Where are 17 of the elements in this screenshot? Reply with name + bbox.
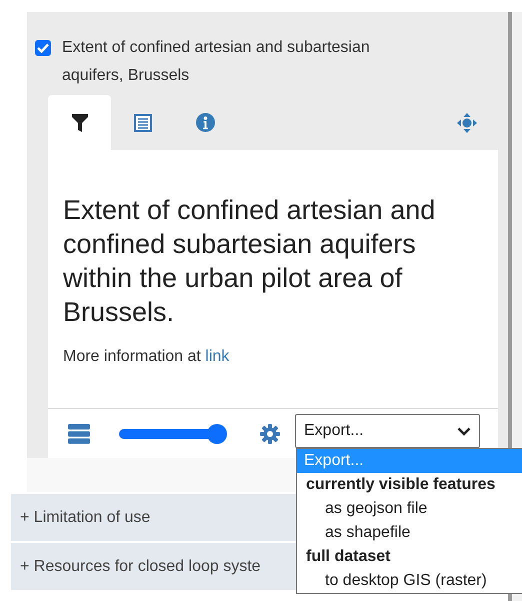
- layer-title: Extent of confined artesian and subartesian aquifers, Brussels: [62, 38, 371, 86]
- table-icon: [134, 114, 152, 132]
- opacity-slider[interactable]: [119, 424, 227, 444]
- info-link[interactable]: link: [205, 348, 230, 365]
- tab[interactable]: [48, 95, 111, 150]
- chevron-icon: [457, 426, 471, 436]
- more-info-text: More information at link: [63, 347, 230, 367]
- info-icon: [196, 113, 215, 132]
- layer-checkbox[interactable]: [35, 40, 51, 56]
- option-group-label: full dataset: [305, 547, 392, 567]
- crosshair-icon: [456, 112, 476, 132]
- layer-description: Extent of confined artesian and confined subartesian aquifers within the urban pilot area of Brussels.: [63, 194, 436, 329]
- export-select[interactable]: Export...: [295, 414, 480, 448]
- settings-icon[interactable]: [260, 424, 280, 444]
- layers-icon[interactable]: [68, 424, 90, 444]
- option-group-label: currently visible features: [305, 475, 496, 495]
- filter-icon: [72, 114, 88, 132]
